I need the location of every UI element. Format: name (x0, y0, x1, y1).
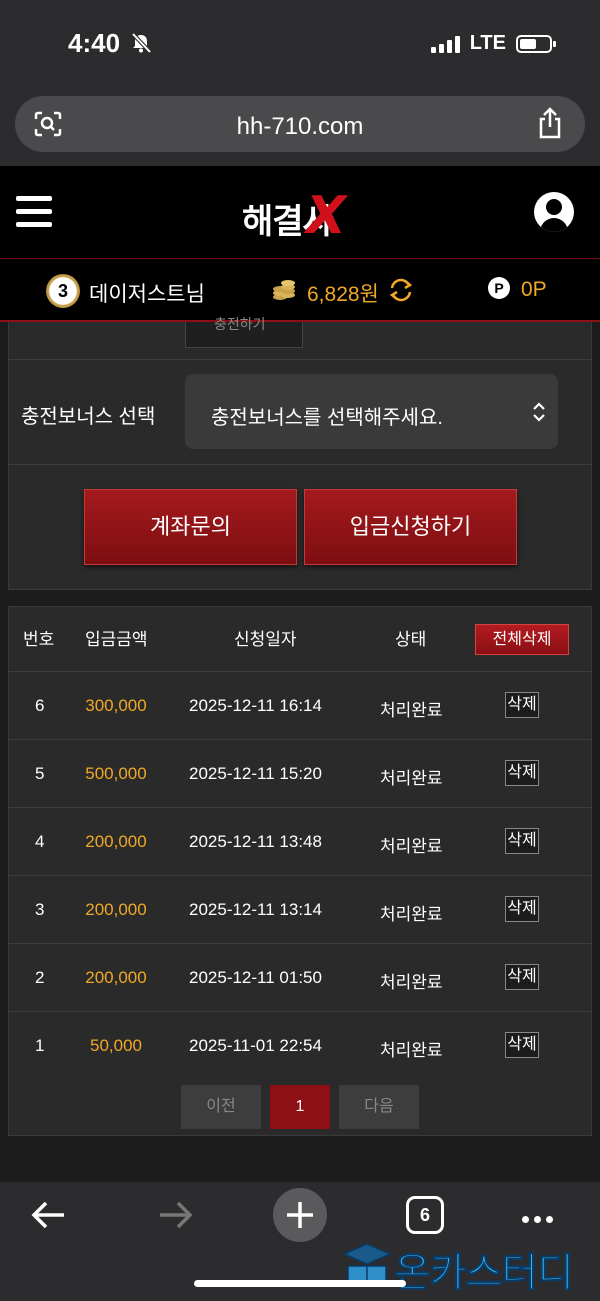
bonus-label: 충전보너스 선택 (21, 406, 156, 428)
next-page-button[interactable]: 다음 (339, 1085, 419, 1129)
point-icon: P (488, 277, 510, 299)
table-row: 6 300,000 2025-12-11 16:14 처리완료 삭제 (9, 671, 591, 739)
table-row: 2 200,000 2025-12-11 01:50 처리완료 삭제 (9, 943, 591, 1011)
level-badge: 3 (46, 274, 80, 308)
table-row: 5 500,000 2025-12-11 15:20 처리완료 삭제 (9, 739, 591, 807)
header-status: 상태 (395, 630, 427, 649)
chevron-updown-icon (533, 402, 545, 422)
site-logo[interactable]: 해결사 X (240, 186, 360, 246)
signal-icon (430, 35, 460, 53)
row-delete-button[interactable]: 삭제 (505, 828, 539, 854)
user-info-bar: 3 데이저스트님 6,828원 P 0P (0, 258, 600, 322)
back-arrow-icon[interactable] (30, 1198, 68, 1232)
coins-icon (273, 280, 295, 300)
bonus-select-value: 충전보너스를 선택해주세요. (211, 407, 443, 429)
user-profile-icon[interactable] (534, 192, 574, 232)
network-label: LTE (469, 32, 506, 54)
prev-page-button[interactable]: 이전 (181, 1085, 261, 1129)
row-amount: 200,000 (85, 900, 147, 919)
table-row: 3 200,000 2025-12-11 13:14 처리완료 삭제 (9, 875, 591, 943)
table-row: 1 50,000 2025-11-01 22:54 처리완료 삭제 (9, 1011, 591, 1079)
delete-all-button[interactable]: 전체삭제 (475, 624, 569, 655)
home-indicator (194, 1280, 406, 1287)
site-header: 해결사 X (0, 166, 600, 258)
row-date: 2025-11-01 22:54 (189, 1036, 322, 1055)
bonus-select[interactable]: 충전보너스를 선택해주세요. (185, 374, 558, 449)
row-date: 2025-12-11 01:50 (189, 968, 322, 987)
table-row: 4 200,000 2025-12-11 13:48 처리완료 삭제 (9, 807, 591, 875)
refresh-icon[interactable] (388, 277, 414, 303)
row-no: 3 (35, 900, 45, 919)
deposit-history-table: 번호 입금금액 신청일자 상태 전체삭제 6 300,000 2025-12-1… (8, 606, 592, 1136)
row-delete-button[interactable]: 삭제 (505, 1032, 539, 1058)
row-date: 2025-12-11 13:48 (189, 832, 322, 851)
row-status: 처리완료 (380, 769, 443, 788)
battery-icon (516, 34, 556, 53)
status-time: 4:40 (68, 28, 121, 58)
pagination: 이전 1 다음 (9, 1085, 591, 1129)
divider (9, 359, 591, 360)
tabs-button[interactable]: 6 (406, 1196, 444, 1234)
url-text[interactable]: hh-710.com (15, 113, 585, 141)
status-bar: 4:40 LTE (0, 0, 600, 90)
account-inquiry-button[interactable]: 계좌문의 (84, 489, 297, 565)
row-amount: 500,000 (85, 764, 147, 783)
share-icon[interactable] (537, 107, 563, 139)
points-amount: 0P (521, 278, 547, 301)
page-1-button[interactable]: 1 (270, 1085, 330, 1129)
more-icon[interactable] (522, 1210, 558, 1223)
row-amount: 50,000 (90, 1036, 142, 1055)
browser-url-area: hh-710.com (0, 90, 600, 166)
row-no: 2 (35, 968, 45, 987)
row-status: 처리완료 (380, 905, 443, 924)
row-amount: 300,000 (85, 696, 147, 715)
partial-button-label: 충전하기 (214, 316, 266, 332)
logo-x-mark: X (306, 186, 347, 246)
row-amount: 200,000 (85, 968, 147, 987)
address-bar[interactable]: hh-710.com (15, 96, 585, 152)
browser-toolbar: 6 온카스터디 (0, 1182, 600, 1301)
deposit-apply-button[interactable]: 입금신청하기 (304, 489, 517, 565)
row-delete-button[interactable]: 삭제 (505, 896, 539, 922)
deposit-form-panel: 충전하기 충전보너스 선택 충전보너스를 선택해주세요. 계좌문의 입금신청하기 (8, 316, 592, 590)
row-status: 처리완료 (380, 701, 443, 720)
partial-button[interactable]: 충전하기 (185, 316, 303, 348)
row-no: 5 (35, 764, 45, 783)
row-delete-button[interactable]: 삭제 (505, 760, 539, 786)
menu-icon[interactable] (16, 196, 52, 228)
row-date: 2025-12-11 15:20 (189, 764, 322, 783)
username: 데이저스트님 (89, 283, 205, 306)
watermark-text: 온카스터디 (394, 1250, 575, 1297)
new-tab-button[interactable] (273, 1188, 327, 1242)
row-no: 4 (35, 832, 45, 851)
header-no: 번호 (23, 630, 55, 649)
header-date: 신청일자 (234, 630, 297, 649)
forward-arrow-icon[interactable] (156, 1198, 194, 1232)
row-status: 처리완료 (380, 1041, 443, 1060)
balance-amount: 6,828원 (307, 283, 379, 306)
row-delete-button[interactable]: 삭제 (505, 692, 539, 718)
bell-mute-icon (131, 32, 152, 54)
row-amount: 200,000 (85, 832, 147, 851)
row-date: 2025-12-11 13:14 (189, 900, 322, 919)
divider (9, 464, 591, 465)
row-status: 처리완료 (380, 973, 443, 992)
header-amount: 입금금액 (85, 630, 148, 649)
row-delete-button[interactable]: 삭제 (505, 964, 539, 990)
row-no: 6 (35, 696, 45, 715)
row-date: 2025-12-11 16:14 (189, 696, 322, 715)
plus-icon (287, 1202, 313, 1228)
row-no: 1 (35, 1036, 45, 1055)
row-status: 처리완료 (380, 837, 443, 856)
